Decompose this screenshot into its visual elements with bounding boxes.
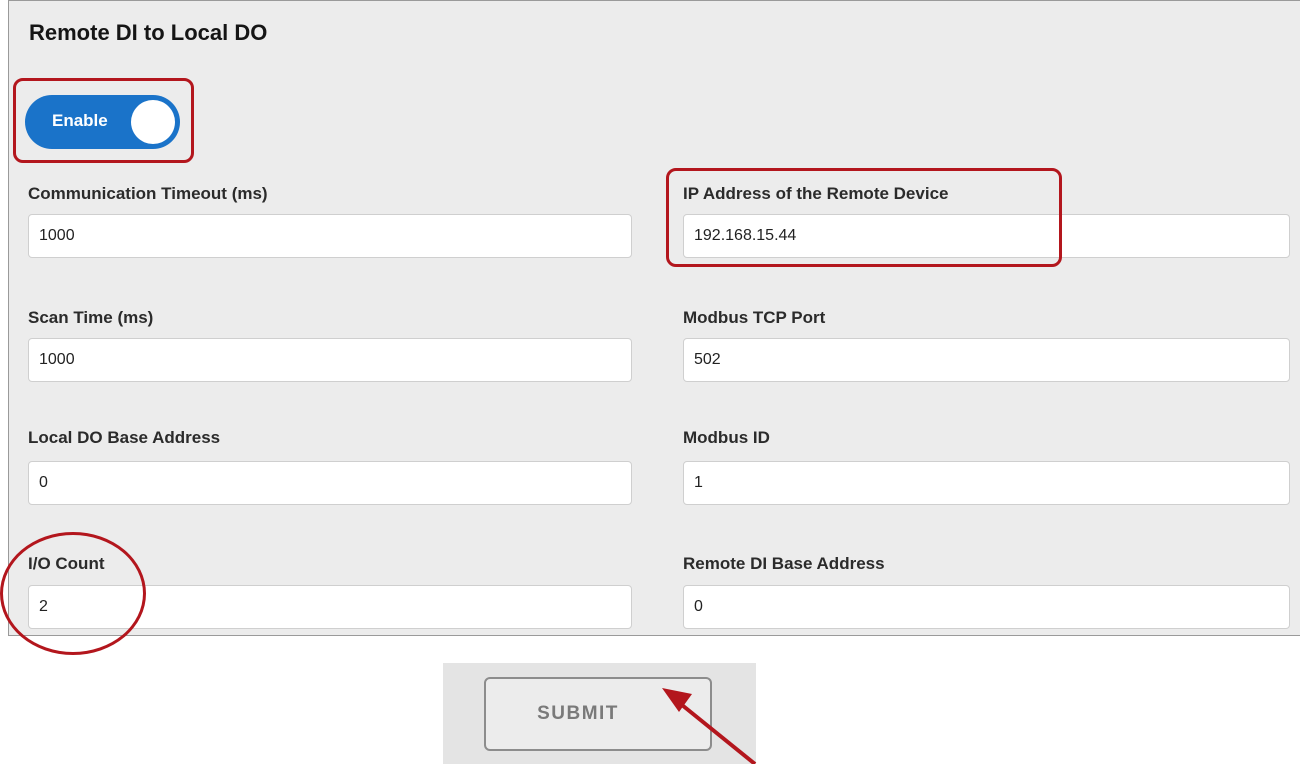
enable-toggle-label: Enable (52, 111, 108, 130)
submit-button[interactable]: SUBMIT (484, 677, 712, 751)
io-count-label: I/O Count (28, 554, 105, 573)
modbus-id-input[interactable] (683, 461, 1290, 505)
modbus-port-label: Modbus TCP Port (683, 308, 826, 327)
comm-timeout-input[interactable] (28, 214, 632, 258)
local-do-base-label: Local DO Base Address (28, 428, 221, 447)
modbus-id-label: Modbus ID (683, 428, 770, 447)
local-do-base-input[interactable] (28, 461, 632, 505)
remote-di-base-input[interactable] (683, 585, 1290, 629)
scan-time-input[interactable] (28, 338, 632, 382)
enable-toggle[interactable]: Enable (25, 95, 180, 149)
section-title: Remote DI to Local DO (29, 20, 268, 45)
settings-panel (8, 0, 1300, 636)
comm-timeout-label: Communication Timeout (ms) (28, 184, 268, 203)
modbus-port-input[interactable] (683, 338, 1290, 382)
scan-time-label: Scan Time (ms) (28, 308, 154, 327)
ip-address-label: IP Address of the Remote Device (683, 184, 949, 203)
toggle-knob (131, 100, 175, 144)
remote-di-base-label: Remote DI Base Address (683, 554, 885, 573)
io-count-input[interactable] (28, 585, 632, 629)
ip-address-input[interactable] (683, 214, 1290, 258)
